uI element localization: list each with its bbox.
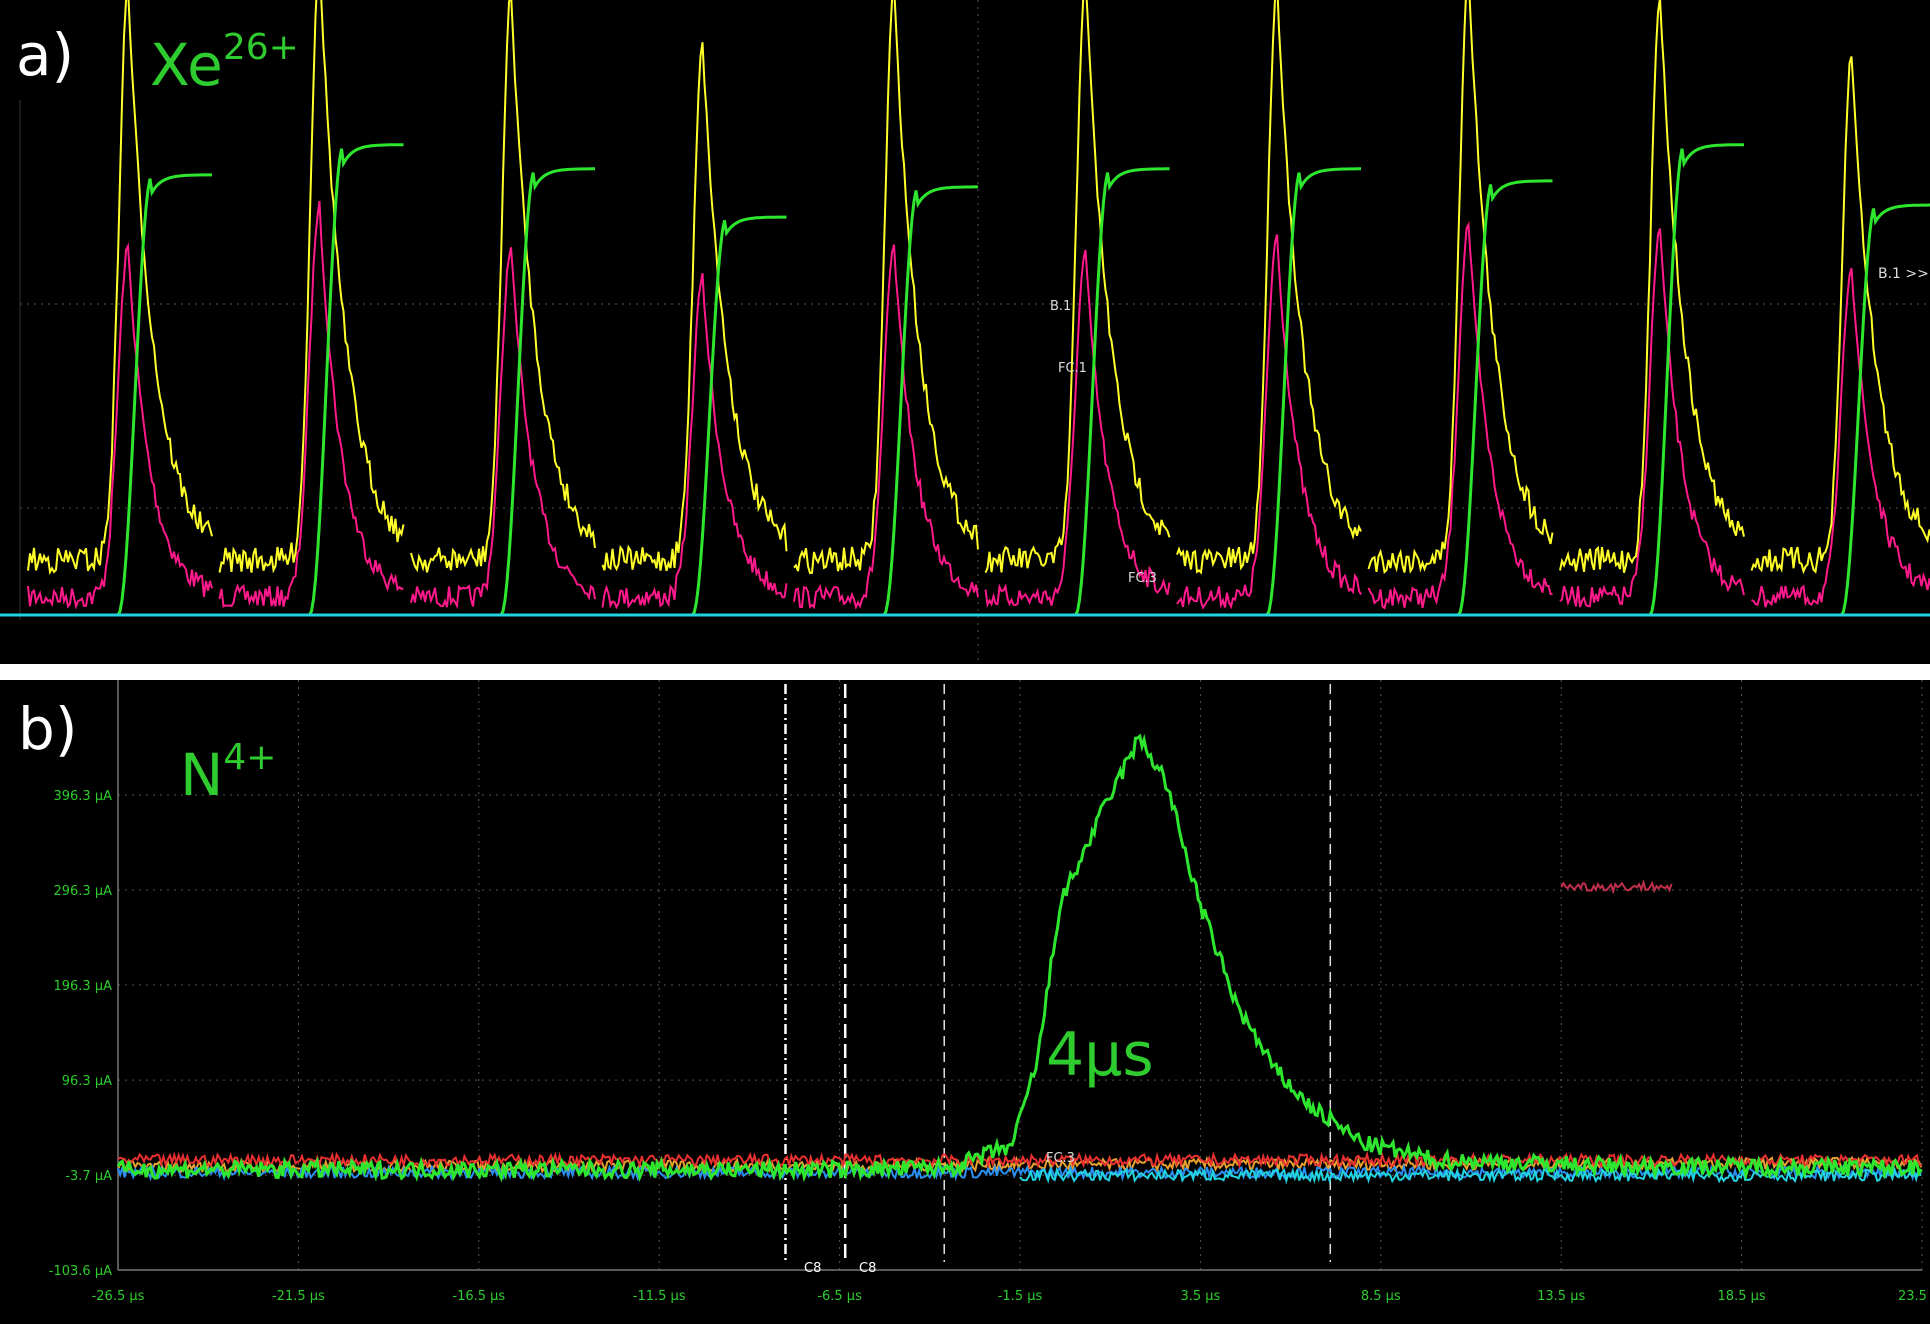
x-tick-label: 8.5 μs <box>1361 1289 1401 1304</box>
x-tick-label: 23.5 μs <box>1898 1289 1930 1304</box>
display-background <box>0 0 1930 1324</box>
marker-fc3: FC.3 <box>1128 571 1157 586</box>
y-tick-label: 196.3 μA <box>53 979 112 994</box>
panel-a-label: a) <box>16 21 75 89</box>
marker-fc1: FC.1 <box>1058 361 1087 376</box>
marker-fc3-b: FC.3 <box>1046 1151 1075 1166</box>
ion-base: Xe <box>150 31 223 99</box>
cursor-label-1: C8 <box>804 1261 821 1276</box>
oscilloscope-display: B.1 FC.1 FC.3 B.1 >> -26.5 μs -21.5 μs -16… <box>0 0 1930 1324</box>
ion-base: N <box>180 741 224 809</box>
ion-charge: 26+ <box>222 27 299 68</box>
marker-b1: B.1 <box>1050 299 1071 314</box>
ion-charge: 4+ <box>223 737 277 778</box>
cursor-label-2: C8 <box>859 1261 876 1276</box>
marker-b1-right: B.1 >> <box>1878 266 1929 282</box>
x-tick-label: -1.5 μs <box>998 1289 1043 1304</box>
panel-b-ion-label: N4+ <box>180 737 277 805</box>
x-tick-label: -11.5 μs <box>633 1289 686 1304</box>
y-tick-label: -103.6 μA <box>49 1264 112 1279</box>
x-tick-label: 3.5 μs <box>1180 1289 1220 1304</box>
x-tick-label: -16.5 μs <box>452 1289 505 1304</box>
pulse-width-annotation: 4μs <box>1046 1020 1154 1090</box>
panel-a-ion-label: Xe26+ <box>150 27 299 95</box>
x-tick-label: -21.5 μs <box>272 1289 325 1304</box>
y-tick-label: 296.3 μA <box>53 884 112 899</box>
x-tick-label: -26.5 μs <box>92 1289 145 1304</box>
x-tick-label: 13.5 μs <box>1537 1289 1585 1304</box>
y-tick-label: -3.7 μA <box>65 1169 112 1184</box>
y-tick-label: 396.3 μA <box>53 789 112 804</box>
panel-b-label: b) <box>18 695 78 763</box>
panel-divider <box>0 664 1930 680</box>
y-tick-label: 96.3 μA <box>62 1074 112 1089</box>
x-tick-label: -6.5 μs <box>817 1289 862 1304</box>
x-tick-label: 18.5 μs <box>1718 1289 1766 1304</box>
